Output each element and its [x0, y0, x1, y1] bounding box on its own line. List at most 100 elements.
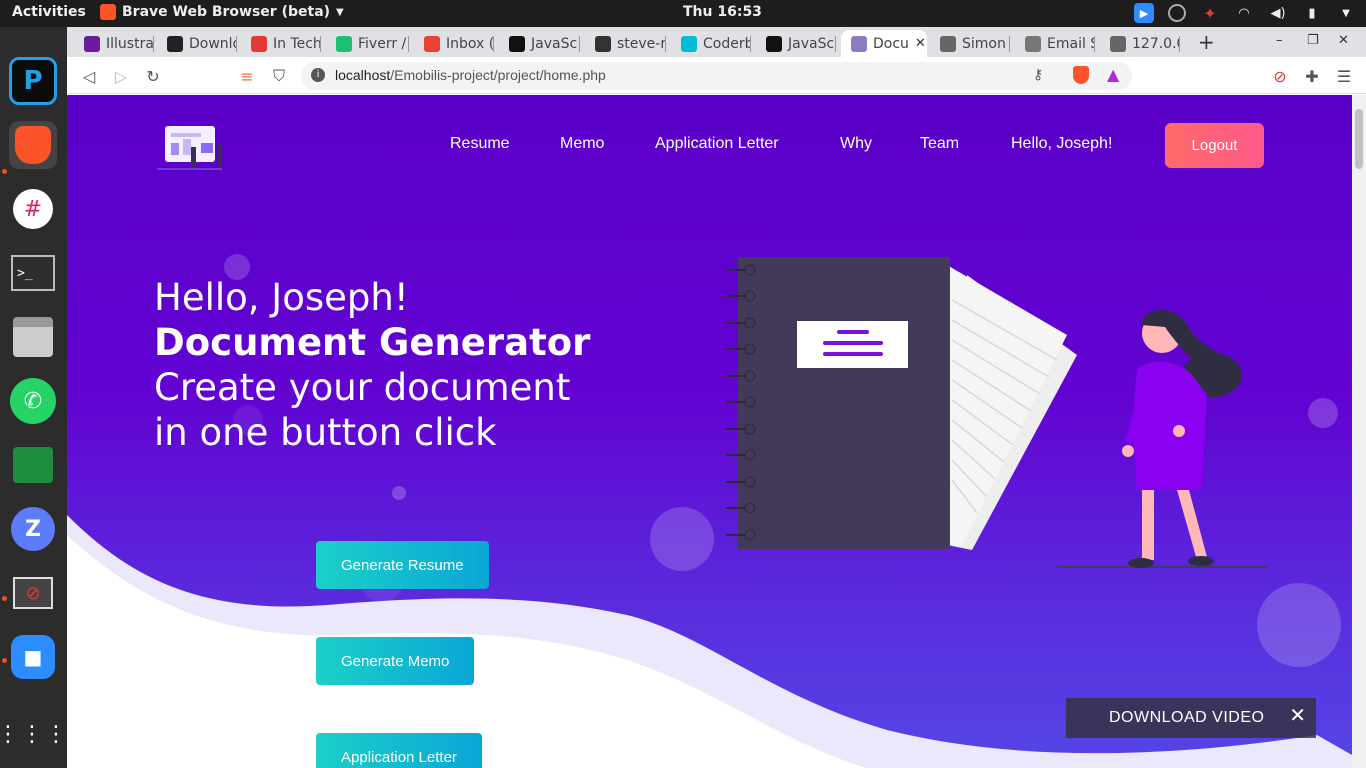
favicon-icon [1110, 35, 1126, 52]
terminal-launcher[interactable]: >_ [9, 249, 57, 297]
chevron-down-icon: ▼ [336, 6, 344, 18]
rewards-triangle-icon[interactable]: ▲ [1107, 65, 1119, 84]
z-logo-icon: Z [11, 507, 55, 551]
tab[interactable]: Inbox ( [414, 30, 494, 57]
pycharm-launcher[interactable]: P [9, 57, 57, 105]
zulip-launcher[interactable]: Z [9, 505, 57, 553]
reload-button[interactable]: ↻ [142, 65, 164, 87]
brave-shield-icon[interactable] [1073, 66, 1089, 84]
tab[interactable]: JavaSc [756, 30, 836, 57]
minimize-button[interactable]: – [1276, 33, 1283, 48]
tab[interactable]: JavaSc [499, 30, 580, 57]
tab-title: Docu [873, 35, 909, 52]
download-video-popup[interactable]: DOWNLOAD VIDEO ✕ [1066, 698, 1316, 738]
key-icon[interactable]: ⚷ [1033, 67, 1043, 83]
tab-title: Downlo [189, 35, 237, 52]
close-tab-icon[interactable]: ✕ [915, 36, 926, 51]
hero-line-1: Create your document [154, 366, 571, 409]
info-icon: i [311, 68, 325, 82]
tab-title: Simon [962, 35, 1006, 52]
whatsapp-icon: ✆ [10, 378, 56, 424]
p-logo-icon: P [23, 66, 43, 96]
new-tab-button[interactable]: + [1198, 30, 1215, 54]
show-apps-button[interactable]: ⋮⋮⋮ [0, 711, 67, 759]
favicon-icon [766, 35, 782, 52]
tab-title: Email S [1047, 35, 1095, 52]
tab-title: In Tech [273, 35, 321, 52]
close-icon[interactable]: ✕ [1289, 706, 1306, 726]
scrollbar-thumb[interactable] [1355, 109, 1363, 169]
tab-title: 127.0.0 [1132, 35, 1180, 52]
volume-icon[interactable]: ◀) [1268, 3, 1288, 23]
chevron-down-icon[interactable]: ▼ [1336, 3, 1356, 23]
menu-icon[interactable]: ☰ [1333, 65, 1355, 87]
nav-why[interactable]: Why [840, 135, 872, 153]
url-text: localhost/Emobilis-project/project/home.… [335, 67, 606, 83]
close-window-button[interactable]: ✕ [1338, 33, 1349, 48]
reader-mode-icon[interactable]: ≡ [236, 65, 258, 87]
logout-button[interactable]: Logout [1165, 123, 1264, 168]
screen-launcher[interactable]: ⊘ [9, 569, 57, 617]
site-logo-icon [157, 126, 222, 170]
favicon-icon [251, 35, 267, 52]
nav-resume[interactable]: Resume [450, 135, 510, 153]
back-button[interactable]: ◁ [78, 65, 100, 87]
terminal-icon: >_ [11, 255, 55, 291]
battery-icon[interactable]: ▮ [1302, 3, 1322, 23]
whatsapp-tray-icon[interactable] [1168, 4, 1186, 22]
application-letter-button[interactable]: Application Letter [316, 733, 482, 768]
favicon-icon [595, 35, 611, 52]
tab-title: JavaSc [788, 35, 835, 52]
nav-user-greeting[interactable]: Hello, Joseph! [1011, 135, 1112, 153]
activities-button[interactable]: Activities [12, 4, 86, 20]
address-bar[interactable]: i localhost/Emobilis-project/project/hom… [301, 62, 1132, 90]
nav-memo[interactable]: Memo [560, 135, 604, 153]
tab[interactable]: Downlo [157, 30, 237, 57]
download-video-label[interactable]: DOWNLOAD VIDEO [1109, 709, 1264, 727]
zoom-tray-icon[interactable]: ▶ [1134, 3, 1154, 23]
brave-launcher[interactable] [9, 121, 57, 169]
zoom-launcher[interactable]: ■ [9, 633, 57, 681]
tab-title: Coderb [703, 35, 751, 52]
blocked-screen-icon: ⊘ [13, 577, 53, 609]
tab[interactable]: Simon [930, 30, 1010, 57]
bookmark-icon[interactable]: ⛉ [268, 65, 290, 87]
generate-memo-button[interactable]: Generate Memo [316, 637, 475, 685]
slack-launcher[interactable]: # [9, 185, 57, 233]
bubble [1257, 583, 1341, 667]
notebook-illustration [726, 257, 1077, 550]
nav-team[interactable]: Team [920, 135, 959, 153]
web-page: Resume Memo Application Letter Why Team … [67, 95, 1352, 768]
app-tray-icon[interactable]: ✦ [1200, 3, 1220, 23]
brave-lion-icon [15, 126, 51, 164]
wifi-icon[interactable]: ◠ [1234, 3, 1254, 23]
page-scrollbar[interactable] [1352, 95, 1366, 768]
clock[interactable]: Thu 16:53 [683, 4, 762, 20]
whatsapp-launcher[interactable]: ✆ [9, 377, 57, 425]
favicon-icon [167, 35, 183, 52]
tab[interactable]: Email S [1015, 30, 1095, 57]
file-cabinet-icon [13, 317, 53, 357]
chat-bubble-icon [13, 447, 53, 483]
tab[interactable]: Illustra [74, 30, 154, 57]
favicon-icon [84, 35, 100, 52]
tab[interactable]: Fiverr / [326, 30, 409, 57]
bubble [1308, 398, 1338, 428]
tab-active[interactable]: Docu ✕ [841, 30, 927, 57]
tab[interactable]: 127.0.0 [1100, 30, 1180, 57]
blocked-extension-icon[interactable]: ⊘ [1269, 65, 1291, 87]
extensions-icon[interactable]: ✚ [1301, 65, 1323, 87]
hero-greeting: Hello, Joseph! [154, 276, 409, 319]
maximize-button[interactable]: ❐ [1307, 33, 1319, 48]
brave-icon [100, 4, 116, 20]
tab[interactable]: steve-r [585, 30, 666, 57]
files-launcher[interactable] [9, 313, 57, 361]
forward-button[interactable]: ▷ [110, 65, 132, 87]
tab[interactable]: Coderb [671, 30, 751, 57]
tab[interactable]: In Tech [241, 30, 321, 57]
tab-title: Inbox ( [446, 35, 494, 52]
app-menu[interactable]: Brave Web Browser (beta) ▼ [100, 4, 344, 20]
generate-resume-button[interactable]: Generate Resume [316, 541, 489, 589]
chat-launcher[interactable] [9, 441, 57, 489]
nav-application-letter[interactable]: Application Letter [655, 135, 779, 153]
